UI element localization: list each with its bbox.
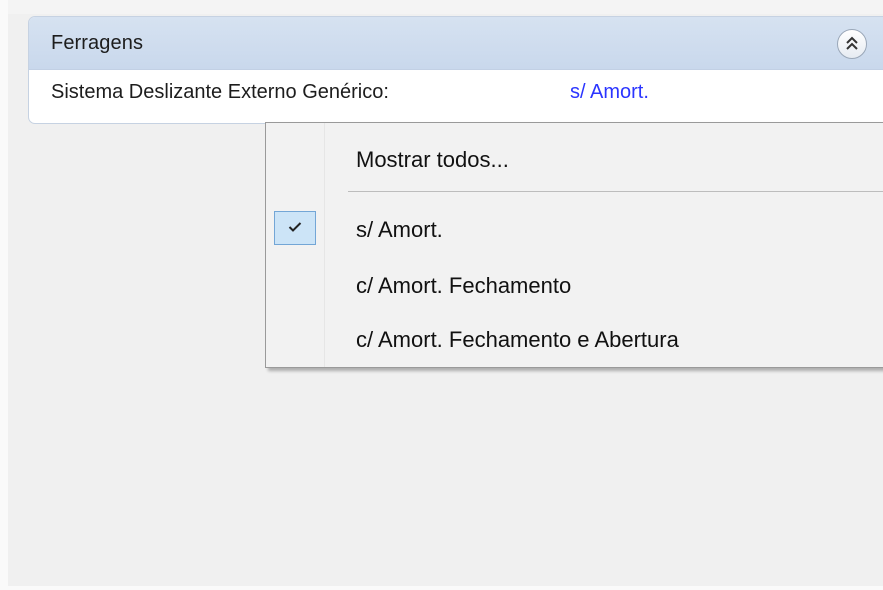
checkmark-icon	[288, 222, 302, 232]
bottom-strip	[0, 586, 883, 590]
options-dropdown-menu: Mostrar todos... s/ Amort. c/ Amort. Fec…	[265, 122, 883, 368]
menu-item-show-all[interactable]: Mostrar todos...	[266, 135, 883, 179]
ferragens-group: Ferragens Sistema Deslizante Externo Gen…	[28, 16, 883, 124]
left-strip	[0, 0, 8, 590]
property-label: Sistema Deslizante Externo Genérico:	[51, 81, 389, 103]
checked-indicator	[274, 211, 316, 245]
chevron-double-up-icon	[846, 36, 858, 50]
menu-item-label: Mostrar todos...	[356, 147, 509, 172]
menu-item-label: s/ Amort.	[356, 217, 443, 242]
menu-item-label: c/ Amort. Fechamento	[356, 273, 572, 298]
screen: Ferragens Sistema Deslizante Externo Gen…	[0, 0, 883, 590]
property-value-link[interactable]: s/ Amort.	[570, 81, 649, 104]
menu-item-sem-amort[interactable]: s/ Amort.	[266, 205, 883, 249]
group-title: Ferragens	[51, 32, 144, 54]
menu-item-label: c/ Amort. Fechamento e Abertura	[356, 327, 679, 352]
collapse-button[interactable]	[837, 29, 867, 59]
top-strip	[0, 0, 883, 14]
group-header[interactable]: Ferragens	[29, 17, 883, 70]
menu-separator	[348, 191, 883, 192]
menu-item-amort-fechamento[interactable]: c/ Amort. Fechamento	[266, 261, 883, 305]
menu-item-amort-fechamento-abertura[interactable]: c/ Amort. Fechamento e Abertura	[266, 315, 883, 359]
